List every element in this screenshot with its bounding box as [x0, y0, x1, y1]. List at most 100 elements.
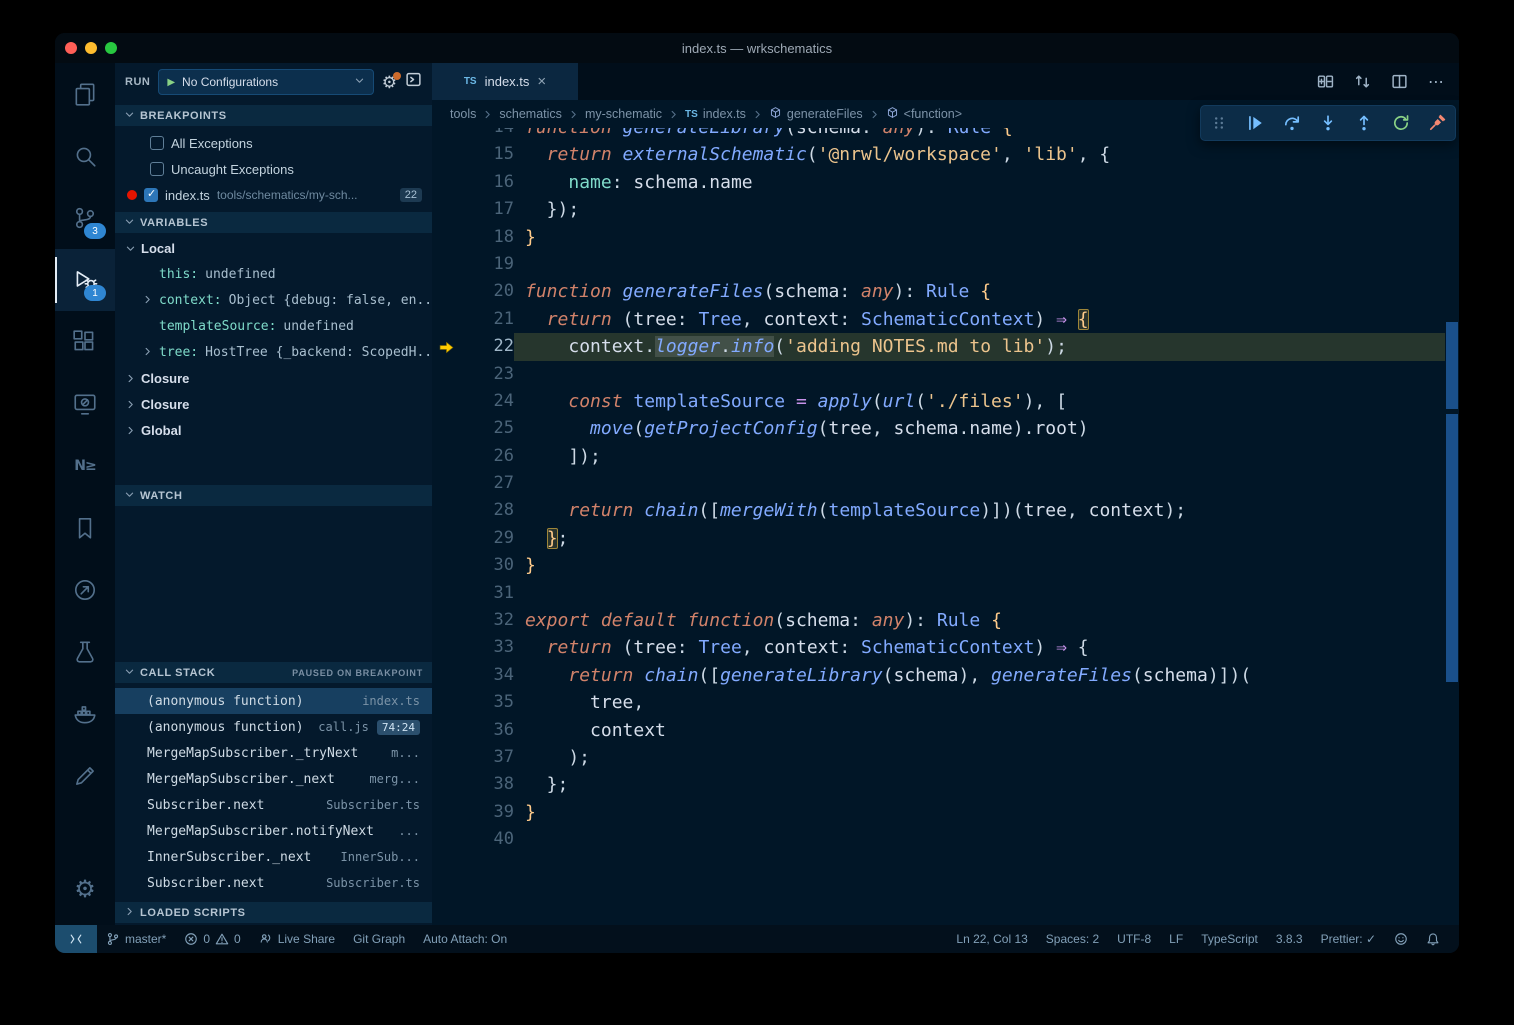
open-changes-icon[interactable] [1317, 73, 1334, 90]
code-line[interactable]: 33 return (tree: Tree, context: Schemati… [432, 634, 1445, 661]
code-text[interactable]: export default function(schema: any): Ru… [514, 607, 1445, 634]
code-line[interactable]: 20function generateFiles(schema: any): R… [432, 278, 1445, 305]
status-item-cursor-position[interactable]: Ln 22, Col 13 [947, 925, 1036, 953]
activity-item-extensions[interactable] [55, 311, 115, 373]
code-text[interactable] [514, 580, 1445, 607]
activity-item-run-and-debug[interactable]: 1 [55, 249, 115, 311]
code-line[interactable]: 32export default function(schema: any): … [432, 607, 1445, 634]
gutter-breakpoint-area[interactable] [432, 717, 462, 744]
breakpoint-checkbox[interactable] [150, 136, 164, 150]
minimize-window-button[interactable] [85, 42, 97, 54]
variables-section-header[interactable]: VARIABLES [115, 212, 432, 233]
code-line[interactable]: 16 name: schema.name [432, 169, 1445, 196]
call-stack-section-header[interactable]: CALL STACK PAUSED ON BREAKPOINT [115, 662, 432, 683]
disconnect-icon[interactable] [1428, 114, 1446, 132]
code-line[interactable]: 15 return externalSchematic('@nrwl/works… [432, 141, 1445, 168]
code-line[interactable]: 39} [432, 799, 1445, 826]
split-editor-icon[interactable] [1391, 73, 1408, 90]
gutter-breakpoint-area[interactable] [432, 278, 462, 305]
breadcrumb-item-4[interactable]: TSindex.ts [685, 107, 746, 121]
close-tab-icon[interactable]: × [537, 73, 546, 90]
close-window-button[interactable] [65, 42, 77, 54]
variables-scope-global[interactable]: Global [115, 417, 432, 443]
gutter-breakpoint-area[interactable] [432, 388, 462, 415]
activity-item-source-control[interactable]: 3 [55, 187, 115, 249]
variable-item[interactable]: templateSource:undefined [115, 313, 432, 339]
code-text[interactable]: ]); [514, 443, 1445, 470]
code-text[interactable]: context [514, 717, 1445, 744]
breadcrumb-item-3[interactable]: my-schematic [585, 107, 662, 121]
gutter-breakpoint-area[interactable] [432, 607, 462, 634]
activity-item-nx-console[interactable]: N≥ [55, 435, 115, 497]
status-item-git-branch[interactable]: master* [97, 925, 175, 953]
code-line[interactable]: 28 return chain([mergeWith(templateSourc… [432, 497, 1445, 524]
debug-settings-gear-icon[interactable]: ⚙ [382, 74, 397, 91]
status-item-ts-version[interactable]: 3.8.3 [1267, 925, 1312, 953]
code-line[interactable]: 17 }); [432, 196, 1445, 223]
code-text[interactable]: return chain([generateLibrary(schema), g… [514, 662, 1445, 689]
call-stack-frame[interactable]: (anonymous function)index.ts [115, 688, 432, 714]
status-item-language-mode[interactable]: TypeScript [1192, 925, 1267, 953]
compare-changes-icon[interactable] [1354, 73, 1371, 90]
code-text[interactable] [514, 470, 1445, 497]
gutter-breakpoint-area[interactable] [432, 415, 462, 442]
scrollbar-thumb[interactable] [1446, 322, 1458, 409]
gutter-breakpoint-area[interactable] [432, 689, 462, 716]
call-stack-frame[interactable]: MergeMapSubscriber._nextmerg... [115, 766, 432, 792]
code-text[interactable]: return externalSchematic('@nrwl/workspac… [514, 141, 1445, 168]
code-line[interactable]: 30} [432, 552, 1445, 579]
code-text[interactable]: return (tree: Tree, context: SchematicCo… [514, 306, 1445, 333]
code-text[interactable]: return (tree: Tree, context: SchematicCo… [514, 634, 1445, 661]
status-item-remote-indicator[interactable] [55, 925, 97, 953]
status-item-live-share[interactable]: Live Share [250, 925, 344, 953]
breakpoint-item[interactable]: Uncaught Exceptions [115, 156, 432, 182]
debug-configuration-dropdown[interactable]: ▶ No Configurations [158, 69, 373, 95]
code-line[interactable]: 34 return chain([generateLibrary(schema)… [432, 662, 1445, 689]
debug-console-icon[interactable] [405, 71, 422, 93]
status-item-problems[interactable]: 00 [175, 925, 249, 953]
variable-item[interactable]: tree:HostTree {_backend: ScopedH... [115, 339, 432, 365]
step-out-icon[interactable] [1355, 114, 1373, 132]
gutter-breakpoint-area[interactable] [432, 552, 462, 579]
variable-item[interactable]: this:undefined [115, 261, 432, 287]
gutter-breakpoint-area[interactable] [432, 224, 462, 251]
code-line[interactable]: 35 tree, [432, 689, 1445, 716]
breakpoint-checkbox[interactable] [144, 188, 158, 202]
loaded-scripts-section-header[interactable]: LOADED SCRIPTS [115, 902, 432, 923]
code-text[interactable]: } [514, 224, 1445, 251]
gutter-breakpoint-area[interactable] [432, 443, 462, 470]
code-text[interactable]: context.logger.info('adding NOTES.md to … [514, 333, 1445, 360]
status-item-feedback[interactable] [1385, 925, 1417, 953]
code-line[interactable]: 31 [432, 580, 1445, 607]
code-line[interactable]: 18} [432, 224, 1445, 251]
code-line[interactable]: 37 ); [432, 744, 1445, 771]
code-text[interactable]: name: schema.name [514, 169, 1445, 196]
code-line[interactable]: 24 const templateSource = apply(url('./f… [432, 388, 1445, 415]
breakpoint-item[interactable]: All Exceptions [115, 130, 432, 156]
breadcrumb-item-2[interactable]: schematics [499, 107, 562, 121]
activity-item-remote-explorer[interactable] [55, 373, 115, 435]
gutter-breakpoint-area[interactable] [432, 826, 462, 853]
code-text[interactable]: }; [514, 771, 1445, 798]
gutter-breakpoint-area[interactable] [432, 333, 462, 360]
call-stack-frame[interactable]: Subscriber.nextSubscriber.ts [115, 870, 432, 896]
code-line[interactable]: 29 }; [432, 525, 1445, 552]
gutter-breakpoint-area[interactable] [432, 662, 462, 689]
status-item-notifications[interactable] [1417, 925, 1449, 953]
breadcrumb-item-1[interactable]: tools [450, 107, 476, 121]
code-text[interactable]: } [514, 799, 1445, 826]
activity-item-explorer[interactable] [55, 63, 115, 125]
gutter-breakpoint-area[interactable] [432, 196, 462, 223]
code-text[interactable] [514, 826, 1445, 853]
breakpoint-item[interactable]: index.tstools/schematics/my-sch...22 [115, 182, 432, 208]
call-stack-frame[interactable]: MergeMapSubscriber._tryNextm... [115, 740, 432, 766]
status-item-eol[interactable]: LF [1160, 925, 1192, 953]
activity-item-test-explorer[interactable] [55, 621, 115, 683]
breadcrumb-item-6[interactable]: <function> [886, 106, 962, 122]
code-text[interactable]: } [514, 552, 1445, 579]
code-text[interactable] [514, 361, 1445, 388]
gutter-breakpoint-area[interactable] [432, 799, 462, 826]
gutter-breakpoint-area[interactable] [432, 141, 462, 168]
status-item-prettier[interactable]: Prettier: ✓ [1312, 925, 1385, 953]
breadcrumb-item-5[interactable]: generateFiles [769, 106, 863, 122]
